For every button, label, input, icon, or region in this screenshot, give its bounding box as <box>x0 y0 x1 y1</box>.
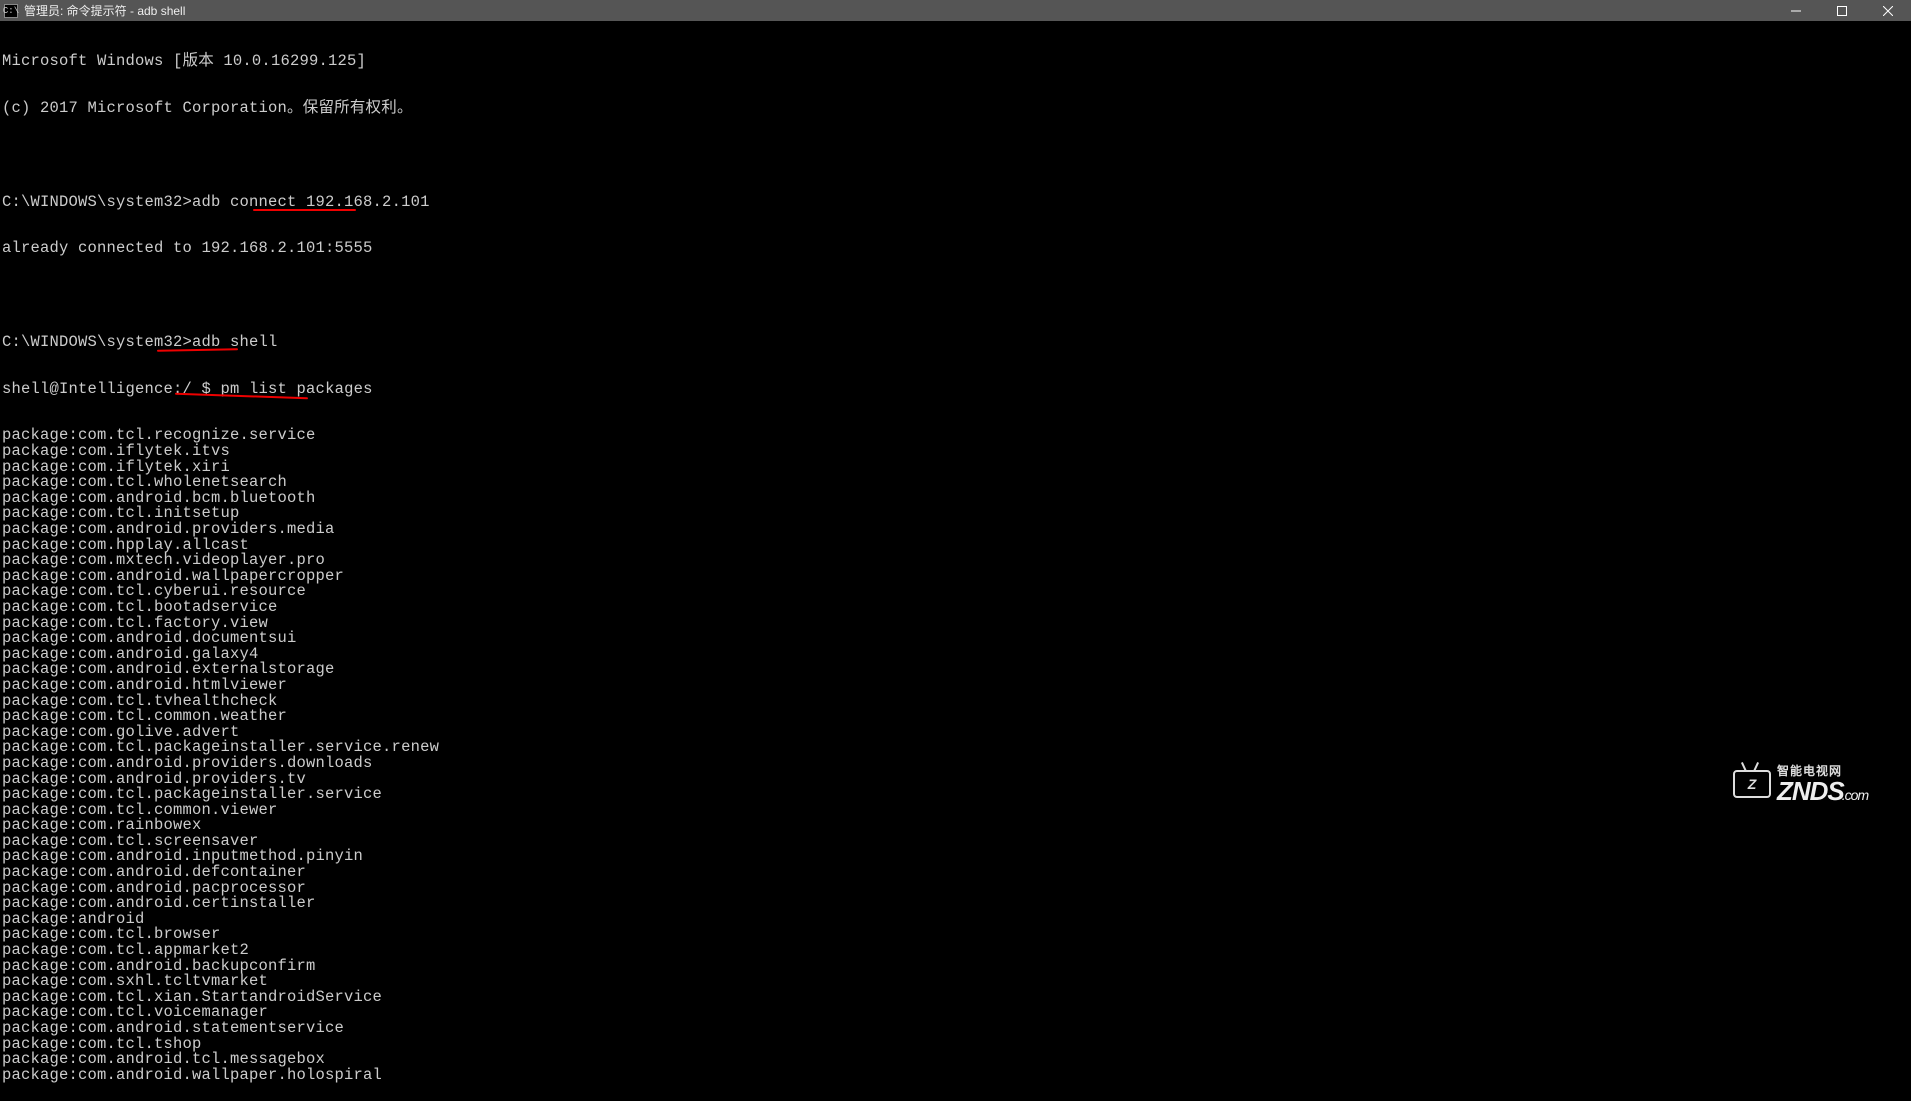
cmd-line-connect: C:\WINDOWS\system32>adb connect 192.168.… <box>2 195 1909 211</box>
prompt: C:\WINDOWS\system32> <box>2 333 192 351</box>
watermark-logo: Z 智能电视网 ZNDS.com <box>1733 766 1893 812</box>
window-title: 管理员: 命令提示符 - adb shell <box>24 2 1773 19</box>
package-line: package:com.android.bcm.bluetooth <box>2 491 1909 507</box>
package-line: package:com.iflytek.itvs <box>2 444 1909 460</box>
package-line: package:com.android.certinstaller <box>2 896 1909 912</box>
terminal-output[interactable]: Microsoft Windows [版本 10.0.16299.125] (c… <box>0 21 1911 1101</box>
brand-suffix: .com <box>1842 787 1868 803</box>
package-line: package:com.tcl.tshop <box>2 1037 1909 1053</box>
package-line: package:com.tcl.browser <box>2 927 1909 943</box>
window-titlebar: C:\ 管理员: 命令提示符 - adb shell <box>0 0 1911 21</box>
minimize-icon <box>1791 6 1801 16</box>
header-line-1: Microsoft Windows [版本 10.0.16299.125] <box>2 54 1909 70</box>
package-line: package:com.tcl.packageinstaller.service <box>2 787 1909 803</box>
package-line: package:com.iflytek.xiri <box>2 460 1909 476</box>
package-line: package:com.tcl.xian.StartandroidService <box>2 990 1909 1006</box>
red-underline-adbshell <box>157 348 238 351</box>
package-line: package:com.rainbowex <box>2 818 1909 834</box>
blank-line <box>2 148 1909 164</box>
package-line: package:com.tcl.common.viewer <box>2 803 1909 819</box>
window-controls <box>1773 0 1911 21</box>
package-line: package:com.tcl.tvhealthcheck <box>2 694 1909 710</box>
command-text: adb connect 192.168.2.101 <box>192 193 430 211</box>
package-line: package:com.android.providers.media <box>2 522 1909 538</box>
package-line: package:com.tcl.recognize.service <box>2 428 1909 444</box>
package-line: package:com.tcl.bootadservice <box>2 600 1909 616</box>
close-icon <box>1883 6 1893 16</box>
package-line: package:android <box>2 912 1909 928</box>
package-list: package:com.tcl.recognize.servicepackage… <box>2 428 1909 1083</box>
cmd-icon: C:\ <box>4 4 18 18</box>
maximize-button[interactable] <box>1819 0 1865 21</box>
shell-cmd-line: shell@Intelligence:/ $ pm list packages <box>2 382 1909 398</box>
package-line: package:com.android.documentsui <box>2 631 1909 647</box>
package-line: package:com.android.backupconfirm <box>2 959 1909 975</box>
maximize-icon <box>1837 6 1847 16</box>
tv-icon: Z <box>1733 770 1771 800</box>
prompt: C:\WINDOWS\system32> <box>2 193 192 211</box>
package-line: package:com.tcl.cyberui.resource <box>2 584 1909 600</box>
watermark-brand: ZNDS.com <box>1777 776 1868 807</box>
minimize-button[interactable] <box>1773 0 1819 21</box>
close-button[interactable] <box>1865 0 1911 21</box>
package-line: package:com.android.statementservice <box>2 1021 1909 1037</box>
header-line-2: (c) 2017 Microsoft Corporation。保留所有权利。 <box>2 101 1909 117</box>
package-line: package:com.android.externalstorage <box>2 662 1909 678</box>
package-line: package:com.android.htmlviewer <box>2 678 1909 694</box>
package-line: package:com.tcl.common.weather <box>2 709 1909 725</box>
tv-screen-letter: Z <box>1733 770 1771 798</box>
package-line: package:com.android.wallpaper.holospiral <box>2 1068 1909 1084</box>
package-line: package:com.android.tcl.messagebox <box>2 1052 1909 1068</box>
blank-line <box>2 288 1909 304</box>
cmd-line-shell: C:\WINDOWS\system32>adb shell <box>2 335 1909 351</box>
brand-text: ZNDS <box>1777 776 1844 806</box>
red-underline-ip <box>253 209 356 211</box>
connect-result: already connected to 192.168.2.101:5555 <box>2 241 1909 257</box>
